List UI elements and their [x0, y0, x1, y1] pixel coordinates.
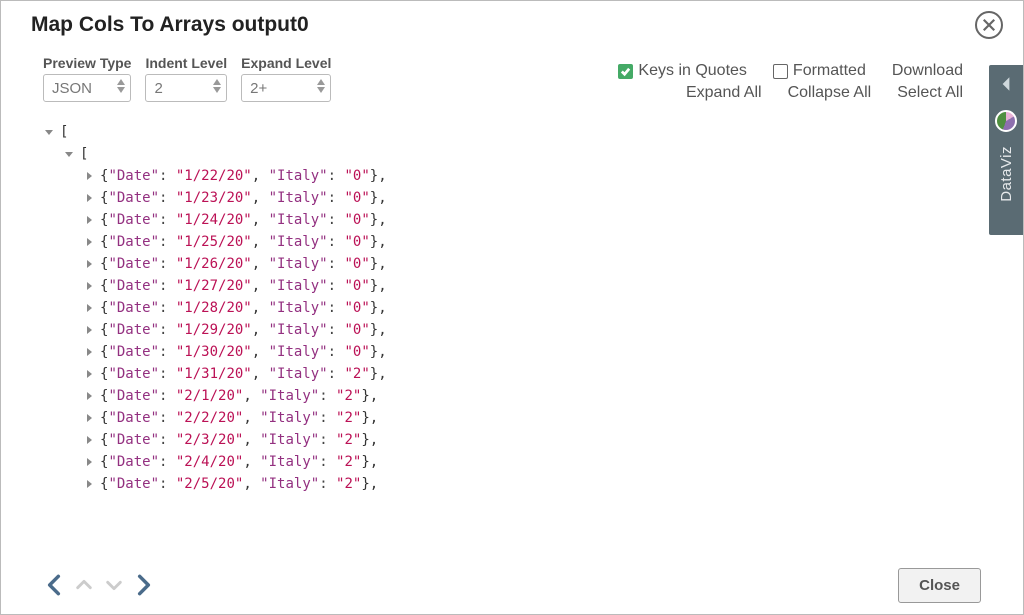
expand-level-group: Expand Level 2+ — [241, 55, 331, 102]
chevron-right-icon[interactable] — [83, 214, 95, 226]
dataviz-panel-tab[interactable]: DataViz — [989, 65, 1023, 235]
tree-row[interactable]: {"Date": "1/26/20", "Italy": "0"}, — [43, 253, 943, 275]
tree-root[interactable]: [ — [43, 121, 943, 143]
expand-level-value: 2+ — [250, 80, 267, 97]
nav-last-icon[interactable] — [133, 571, 155, 599]
collapse-all-link[interactable]: Collapse All — [788, 84, 872, 102]
chevron-down-icon[interactable] — [63, 148, 75, 160]
chevron-right-icon[interactable] — [83, 368, 95, 380]
preview-dialog: Map Cols To Arrays output0 Preview Type … — [0, 0, 1024, 615]
indent-level-group: Indent Level 2 — [145, 55, 227, 102]
expand-level-select[interactable]: 2+ — [241, 74, 331, 102]
nav-first-icon[interactable] — [43, 571, 65, 599]
tree-row[interactable]: {"Date": "1/28/20", "Italy": "0"}, — [43, 297, 943, 319]
row-content: {"Date": "2/4/20", "Italy": "2"}, — [100, 454, 378, 470]
chevron-right-icon[interactable] — [83, 434, 95, 446]
tree-row[interactable]: {"Date": "2/5/20", "Italy": "2"}, — [43, 473, 943, 495]
tree-row[interactable]: {"Date": "2/1/20", "Italy": "2"}, — [43, 385, 943, 407]
tree-row[interactable]: {"Date": "1/31/20", "Italy": "2"}, — [43, 363, 943, 385]
tree-row[interactable]: {"Date": "2/3/20", "Italy": "2"}, — [43, 429, 943, 451]
formatted-label: Formatted — [793, 62, 866, 80]
stepper-icon — [117, 79, 125, 93]
expand-all-link[interactable]: Expand All — [686, 84, 762, 102]
chevron-right-icon[interactable] — [83, 390, 95, 402]
chevron-right-icon[interactable] — [83, 280, 95, 292]
row-content: {"Date": "1/30/20", "Italy": "0"}, — [100, 344, 387, 360]
chevron-right-icon[interactable] — [83, 324, 95, 336]
right-row-2: Expand All Collapse All Select All — [686, 84, 963, 102]
dialog-title: Map Cols To Arrays output0 — [31, 13, 309, 37]
tree-row[interactable]: {"Date": "1/30/20", "Italy": "0"}, — [43, 341, 943, 363]
tree-child[interactable]: [ — [43, 143, 943, 165]
checkbox-checked-icon — [618, 64, 633, 79]
dataviz-label: DataViz — [998, 146, 1015, 202]
stepper-icon — [317, 79, 325, 93]
indent-level-select[interactable]: 2 — [145, 74, 227, 102]
toolbar: Preview Type JSON Indent Level 2 — [1, 39, 1023, 110]
preview-type-group: Preview Type JSON — [43, 55, 131, 102]
checkbox-unchecked-icon — [773, 64, 788, 79]
keys-in-quotes-checkbox[interactable]: Keys in Quotes — [618, 62, 747, 80]
row-content: {"Date": "1/28/20", "Italy": "0"}, — [100, 300, 387, 316]
tree-row[interactable]: {"Date": "1/23/20", "Italy": "0"}, — [43, 187, 943, 209]
chevron-right-icon[interactable] — [83, 192, 95, 204]
dataviz-logo-icon — [995, 110, 1017, 132]
tree-row[interactable]: {"Date": "2/2/20", "Italy": "2"}, — [43, 407, 943, 429]
chevron-right-icon[interactable] — [83, 170, 95, 182]
row-content: {"Date": "2/3/20", "Italy": "2"}, — [100, 432, 378, 448]
chevron-right-icon[interactable] — [83, 302, 95, 314]
json-tree: [ [ {"Date": "1/22/20", "Italy": "0"}, {"… — [43, 121, 943, 544]
row-content: {"Date": "1/26/20", "Italy": "0"}, — [100, 256, 387, 272]
title-row: Map Cols To Arrays output0 — [1, 1, 1023, 39]
indent-level-value: 2 — [154, 80, 162, 97]
chevron-right-icon[interactable] — [83, 478, 95, 490]
bracket: [ — [80, 146, 88, 162]
chevron-right-icon[interactable] — [83, 412, 95, 424]
tree-row[interactable]: {"Date": "1/22/20", "Italy": "0"}, — [43, 165, 943, 187]
formatted-checkbox[interactable]: Formatted — [773, 62, 866, 80]
dialog-footer: Close — [1, 556, 1023, 614]
right-controls: Keys in Quotes Formatted Download Expand… — [618, 62, 963, 102]
right-row-1: Keys in Quotes Formatted Download — [618, 62, 963, 80]
nav-arrows — [43, 571, 155, 599]
row-content: {"Date": "1/29/20", "Italy": "0"}, — [100, 322, 387, 338]
row-content: {"Date": "2/1/20", "Italy": "2"}, — [100, 388, 378, 404]
tree-row[interactable]: {"Date": "1/29/20", "Italy": "0"}, — [43, 319, 943, 341]
nav-up-icon[interactable] — [73, 571, 95, 599]
row-content: {"Date": "1/31/20", "Italy": "2"}, — [100, 366, 387, 382]
select-all-link[interactable]: Select All — [897, 84, 963, 102]
row-content: {"Date": "1/24/20", "Italy": "0"}, — [100, 212, 387, 228]
left-controls: Preview Type JSON Indent Level 2 — [43, 55, 331, 102]
preview-type-value: JSON — [52, 80, 92, 97]
row-content: {"Date": "1/25/20", "Italy": "0"}, — [100, 234, 387, 250]
chevron-right-icon[interactable] — [83, 346, 95, 358]
row-content: {"Date": "1/22/20", "Italy": "0"}, — [100, 168, 387, 184]
expand-level-label: Expand Level — [241, 55, 331, 71]
chevron-right-icon[interactable] — [83, 236, 95, 248]
close-button[interactable]: Close — [898, 568, 981, 603]
download-link[interactable]: Download — [892, 62, 963, 80]
keys-in-quotes-label: Keys in Quotes — [638, 62, 747, 80]
tree-row[interactable]: {"Date": "2/4/20", "Italy": "2"}, — [43, 451, 943, 473]
row-content: {"Date": "2/5/20", "Italy": "2"}, — [100, 476, 378, 492]
indent-level-label: Indent Level — [145, 55, 227, 71]
nav-down-icon[interactable] — [103, 571, 125, 599]
tree-row[interactable]: {"Date": "1/27/20", "Italy": "0"}, — [43, 275, 943, 297]
chevron-right-icon[interactable] — [83, 456, 95, 468]
tree-row[interactable]: {"Date": "1/24/20", "Italy": "0"}, — [43, 209, 943, 231]
chevron-left-icon — [999, 75, 1013, 98]
row-content: {"Date": "1/23/20", "Italy": "0"}, — [100, 190, 387, 206]
row-content: {"Date": "1/27/20", "Italy": "0"}, — [100, 278, 387, 294]
chevron-right-icon[interactable] — [83, 258, 95, 270]
tree-row[interactable]: {"Date": "1/25/20", "Italy": "0"}, — [43, 231, 943, 253]
preview-type-label: Preview Type — [43, 55, 131, 71]
close-icon[interactable] — [975, 11, 1003, 39]
row-content: {"Date": "2/2/20", "Italy": "2"}, — [100, 410, 378, 426]
bracket: [ — [60, 124, 68, 140]
stepper-icon — [213, 79, 221, 93]
chevron-down-icon[interactable] — [43, 126, 55, 138]
preview-type-select[interactable]: JSON — [43, 74, 131, 102]
